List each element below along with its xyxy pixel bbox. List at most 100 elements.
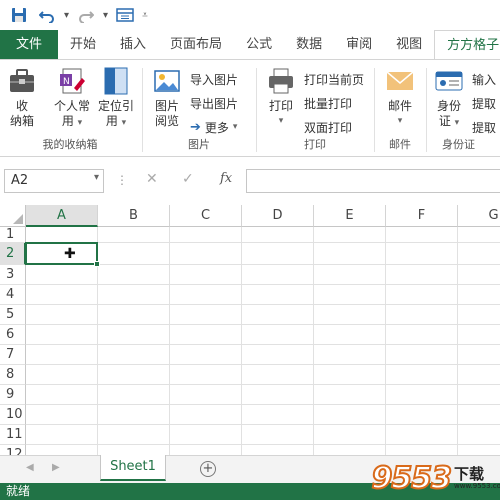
tab-file[interactable]: 文件 bbox=[0, 30, 59, 60]
formula-bar: A2 ▾ ⋮ ✕ ✓ fx bbox=[0, 165, 500, 197]
add-sheet-icon[interactable]: + bbox=[200, 461, 216, 477]
group-mail: 邮件 ▾ 邮件 bbox=[376, 64, 424, 154]
print-current-page-button[interactable]: 打印当前页 bbox=[304, 68, 364, 90]
grid-row-line bbox=[26, 404, 500, 405]
name-box-value: A2 bbox=[11, 173, 29, 188]
customize-icon[interactable]: ⩡ bbox=[142, 10, 148, 21]
tab-review[interactable]: 审阅 bbox=[334, 30, 384, 60]
mail-button[interactable]: 邮件 ▾ bbox=[382, 66, 418, 129]
formula-input[interactable] bbox=[246, 169, 500, 193]
arrow-right-icon: ➔ bbox=[190, 119, 201, 135]
form-icon[interactable] bbox=[114, 4, 136, 26]
import-image-button[interactable]: 导入图片 bbox=[190, 68, 238, 90]
row-header-6[interactable]: 6 bbox=[0, 325, 26, 345]
tab-view[interactable]: 视图 bbox=[384, 30, 434, 60]
row-header-10[interactable]: 10 bbox=[0, 405, 26, 425]
sheet-tab-sheet1[interactable]: Sheet1 bbox=[100, 455, 166, 481]
row-header-4[interactable]: 4 bbox=[0, 285, 26, 305]
status-text: 就绪 bbox=[6, 484, 31, 498]
image-icon bbox=[154, 70, 180, 92]
watermark-digits: 9553 bbox=[371, 460, 453, 497]
export-image-button[interactable]: 导出图片 bbox=[190, 92, 238, 114]
row-header-9[interactable]: 9 bbox=[0, 385, 26, 405]
formula-bar-grip-icon[interactable]: ⋮ bbox=[116, 173, 128, 187]
more-button[interactable]: ➔ 更多 ▾ bbox=[190, 116, 237, 138]
locate-icon bbox=[104, 67, 128, 95]
batch-print-button[interactable]: 批量打印 bbox=[304, 92, 352, 114]
locate-reference-button[interactable]: 定位引 用 ▾ bbox=[96, 66, 136, 131]
name-box[interactable]: A2 ▾ bbox=[4, 169, 104, 193]
id-extract-button-1[interactable]: 提取 bbox=[472, 92, 496, 114]
worksheet-grid[interactable]: A B C D E F G 1 2 ✚ 3 4 5 6 7 8 9 10 11 12 bbox=[0, 205, 500, 455]
column-header-g[interactable]: G bbox=[458, 205, 500, 227]
enter-icon[interactable]: ✓ bbox=[182, 171, 194, 187]
grid-row-line bbox=[26, 444, 500, 445]
print-button[interactable]: 打印 ▾ bbox=[264, 66, 298, 129]
select-all-icon bbox=[13, 214, 23, 224]
toolbox-button[interactable]: 收 纳箱 bbox=[6, 66, 38, 129]
svg-text:N: N bbox=[63, 77, 70, 87]
more-label: 更多 bbox=[204, 120, 229, 135]
column-header-e[interactable]: E bbox=[314, 205, 386, 227]
tab-formulas[interactable]: 公式 bbox=[234, 30, 284, 60]
active-cell-a2[interactable] bbox=[25, 242, 100, 267]
redo-icon[interactable] bbox=[75, 4, 97, 26]
toolbox-icon bbox=[10, 69, 34, 92]
tab-data[interactable]: 数据 bbox=[284, 30, 334, 60]
row-header-11[interactable]: 11 bbox=[0, 425, 26, 445]
group-print-label: 打印 bbox=[304, 138, 326, 151]
group-mail-label: 邮件 bbox=[389, 138, 411, 151]
save-icon[interactable] bbox=[8, 4, 30, 26]
image-preview-button[interactable]: 图片 阅览 bbox=[150, 66, 184, 129]
grid-row-line bbox=[26, 384, 500, 385]
fill-handle[interactable] bbox=[94, 261, 100, 267]
column-header-b[interactable]: B bbox=[98, 205, 170, 227]
row-header-8[interactable]: 8 bbox=[0, 365, 26, 385]
id-card-button[interactable]: 身份 证 ▾ bbox=[432, 66, 466, 131]
cancel-icon[interactable]: ✕ bbox=[146, 171, 158, 187]
personal-dropdown-icon: ▾ bbox=[77, 118, 83, 128]
column-header-f[interactable]: F bbox=[386, 205, 458, 227]
sheet-prev-icon[interactable]: ◀ bbox=[26, 462, 34, 473]
id-extract-label-1: 提取 bbox=[472, 96, 497, 111]
group-id: 身份 证 ▾ 输入 提取 提取 身份证 bbox=[428, 64, 500, 154]
id-extract-button-2[interactable]: 提取 bbox=[472, 116, 496, 138]
export-image-label: 导出图片 bbox=[190, 96, 239, 111]
group-toolbox-label: 我的收纳箱 bbox=[42, 138, 98, 151]
insert-function-icon[interactable]: fx bbox=[220, 171, 232, 186]
id-card-icon bbox=[435, 71, 463, 91]
row-header-12[interactable]: 12 bbox=[0, 445, 26, 455]
grid-column-line bbox=[313, 227, 314, 455]
row-header-7[interactable]: 7 bbox=[0, 345, 26, 365]
id-input-button[interactable]: 输入 bbox=[472, 68, 496, 90]
sheet-next-icon[interactable]: ▶ bbox=[52, 462, 60, 473]
redo-dropdown-icon[interactable]: ▾ bbox=[103, 10, 108, 21]
personal-common-button[interactable]: N 个人常 用 ▾ bbox=[50, 66, 94, 131]
row-header-3[interactable]: 3 bbox=[0, 265, 26, 285]
watermark-cn: 下载 www.9553.com bbox=[454, 466, 500, 491]
name-box-dropdown-icon[interactable]: ▾ bbox=[94, 172, 99, 183]
toolbox-label: 收 纳箱 bbox=[9, 99, 34, 128]
row-header-1[interactable]: 1 bbox=[0, 227, 26, 243]
group-separator bbox=[426, 68, 427, 152]
tab-page-layout[interactable]: 页面布局 bbox=[158, 30, 234, 60]
undo-dropdown-icon[interactable]: ▾ bbox=[64, 10, 69, 21]
column-header-a[interactable]: A bbox=[26, 205, 98, 227]
tab-fangfanggezi[interactable]: 方方格子 bbox=[434, 30, 500, 60]
undo-icon[interactable] bbox=[36, 4, 58, 26]
grid-row-line bbox=[26, 424, 500, 425]
column-header-d[interactable]: D bbox=[242, 205, 314, 227]
row-header-5[interactable]: 5 bbox=[0, 305, 26, 325]
select-all-corner[interactable] bbox=[0, 205, 26, 227]
tab-home[interactable]: 开始 bbox=[58, 30, 108, 60]
grid-column-line bbox=[169, 227, 170, 455]
more-dropdown-icon: ▾ bbox=[232, 122, 238, 132]
grid-row-line bbox=[26, 304, 500, 305]
duplex-print-button[interactable]: 双面打印 bbox=[304, 116, 352, 138]
personal-icon: N bbox=[60, 68, 85, 94]
watermark-url: www.9553.com bbox=[454, 481, 500, 490]
print-current-page-label: 打印当前页 bbox=[304, 72, 365, 87]
tab-insert[interactable]: 插入 bbox=[108, 30, 158, 60]
column-header-c[interactable]: C bbox=[170, 205, 242, 227]
row-header-2[interactable]: 2 bbox=[0, 243, 26, 265]
